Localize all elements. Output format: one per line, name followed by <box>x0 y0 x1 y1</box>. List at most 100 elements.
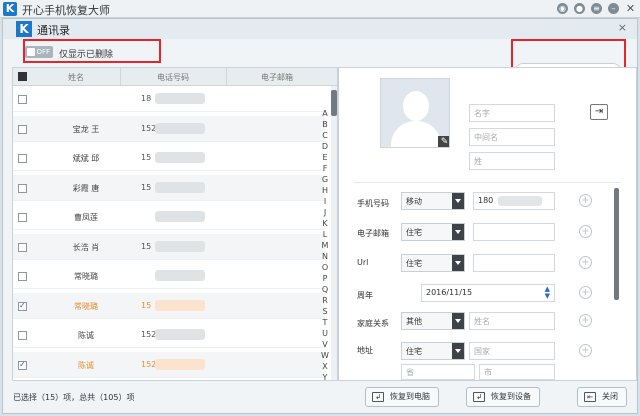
list-scrollbar[interactable] <box>331 86 337 380</box>
row-checkbox[interactable] <box>18 331 27 340</box>
detail-scrollbar-thumb[interactable] <box>614 188 619 300</box>
country-field[interactable]: 国家 <box>469 342 555 360</box>
alphabet-index-letter[interactable]: K <box>319 218 331 229</box>
alphabet-index-letter[interactable]: D <box>319 141 331 152</box>
alphabet-index-letter[interactable]: I <box>319 196 331 207</box>
middle-name-field[interactable]: 中间名 <box>469 128 555 146</box>
alphabet-index-letter[interactable]: S <box>319 306 331 317</box>
province-field[interactable]: 省 <box>401 364 475 380</box>
add-url-icon[interactable]: + <box>579 256 592 269</box>
list-scrollbar-thumb[interactable] <box>331 90 337 116</box>
add-phone-icon[interactable]: + <box>579 194 592 207</box>
email-field[interactable] <box>473 223 555 241</box>
alphabet-index-letter[interactable]: V <box>319 339 331 350</box>
table-row[interactable]: 陈诚 152 <box>13 351 325 378</box>
divider <box>353 182 621 183</box>
alphabet-index-letter[interactable]: M <box>319 240 331 251</box>
city-field[interactable]: 市 <box>479 364 555 380</box>
restore-to-device-button[interactable]: ↲ 恢复到设备 <box>466 387 540 407</box>
dialog-logo: K <box>16 21 32 37</box>
contact-phone: 152 <box>141 123 157 133</box>
alphabet-index-letter[interactable]: Y <box>319 372 331 380</box>
url-type-select[interactable]: 住宅 <box>401 254 465 272</box>
phone-field[interactable]: 180 <box>473 192 555 210</box>
url-field[interactable] <box>473 254 555 272</box>
table-row[interactable]: 常晓璐 <box>13 263 325 289</box>
alphabet-index-letter[interactable]: B <box>319 119 331 130</box>
edit-avatar-icon[interactable]: ✎ <box>438 136 449 147</box>
alphabet-index-letter[interactable]: N <box>319 251 331 262</box>
row-checkbox[interactable] <box>18 95 27 104</box>
column-header-name[interactable]: 姓名 <box>33 72 119 83</box>
alphabet-index-letter[interactable]: R <box>319 295 331 306</box>
alphabet-index-letter[interactable]: P <box>319 273 331 284</box>
alphabet-index-letter[interactable]: L <box>319 229 331 240</box>
select-all-checkbox[interactable] <box>18 72 27 81</box>
table-row[interactable]: 曹凤莲 <box>13 204 325 230</box>
table-row[interactable]: 长浩 肖 15 <box>13 233 325 260</box>
last-name-field[interactable]: 姓 <box>469 152 555 170</box>
chat-icon[interactable]: ● <box>574 3 585 14</box>
app-window-controls: ◉ ● ≡ – ✕ <box>557 3 636 14</box>
alphabet-index-letter[interactable]: F <box>319 163 331 174</box>
table-row[interactable]: 常晓璐 15 <box>13 292 325 319</box>
alphabet-index-letter[interactable]: X <box>319 361 331 372</box>
add-address-icon[interactable]: + <box>579 344 592 357</box>
address-type-select[interactable]: 住宅 <box>401 342 465 360</box>
restore-to-computer-button[interactable]: ↲ 恢复到电脑 <box>365 387 439 407</box>
add-email-icon[interactable]: + <box>579 225 592 238</box>
alphabet-index-letter[interactable]: H <box>319 185 331 196</box>
alphabet-index-letter[interactable]: O <box>319 262 331 273</box>
row-checkbox[interactable] <box>18 242 27 252</box>
redacted-mark <box>155 299 205 311</box>
first-name-field[interactable]: 名字 <box>469 104 555 122</box>
row-checkbox[interactable] <box>18 124 27 134</box>
contact-phone: 18 <box>141 94 152 103</box>
alphabet-index-letter[interactable]: A <box>319 108 331 119</box>
table-row[interactable]: 宝龙 王 152 <box>13 115 325 142</box>
close-icon[interactable]: ✕ <box>625 3 636 14</box>
contact-phone: 152 <box>141 359 157 369</box>
alphabet-index-letter[interactable]: E <box>319 152 331 163</box>
phone-type-select[interactable]: 移动 <box>401 192 465 210</box>
app-logo: K <box>3 2 17 16</box>
dialog-close-icon[interactable]: × <box>618 21 627 34</box>
alphabet-index-letter[interactable]: J <box>319 207 331 218</box>
row-checkbox[interactable] <box>18 301 27 311</box>
minimize-icon[interactable]: – <box>608 3 619 14</box>
family-type-select[interactable]: 其他 <box>401 312 465 330</box>
table-row[interactable]: 斌斌 邱 15 <box>13 145 325 171</box>
dialog-header: K 通讯录 × <box>3 19 637 39</box>
date-spinner-icon[interactable]: ▲ ▼ <box>545 286 550 300</box>
menu-icon[interactable]: ≡ <box>591 3 602 14</box>
table-row[interactable]: 18 <box>13 86 325 112</box>
alphabet-index-letter[interactable]: U <box>319 328 331 339</box>
family-name-field[interactable]: 姓名 <box>469 312 555 330</box>
row-checkbox[interactable] <box>18 272 27 281</box>
chevron-down-icon <box>452 193 464 209</box>
restore-to-device-label: 恢复到设备 <box>491 392 531 401</box>
row-checkbox[interactable] <box>18 183 27 193</box>
chevron-down-icon <box>452 255 464 271</box>
export-contact-icon[interactable]: ⇥ <box>590 104 608 120</box>
alphabet-index-letter[interactable]: G <box>319 174 331 185</box>
row-checkbox[interactable] <box>18 360 27 370</box>
add-anniversary-icon[interactable]: + <box>579 286 592 299</box>
anniversary-date-field[interactable]: 2016/11/15 ▲ ▼ <box>421 284 555 302</box>
row-checkbox[interactable] <box>18 154 27 163</box>
phone-label: 手机号码 <box>357 199 389 208</box>
row-checkbox[interactable] <box>18 213 27 222</box>
table-row[interactable]: 彩霞 唐 15 <box>13 174 325 201</box>
email-type-select[interactable]: 住宅 <box>401 223 465 241</box>
table-row[interactable]: 陈诚 152 <box>13 322 325 348</box>
close-button[interactable]: ⇤ 关闭 <box>577 387 627 407</box>
wechat-icon[interactable]: ◉ <box>557 3 568 14</box>
alphabet-index-letter[interactable]: C <box>319 130 331 141</box>
redacted-mark <box>155 181 205 193</box>
column-header-email[interactable]: 电子邮箱 <box>227 72 327 83</box>
alphabet-index-letter[interactable]: W <box>319 350 331 361</box>
alphabet-index-letter[interactable]: T <box>319 317 331 328</box>
column-header-phone[interactable]: 电话号码 <box>121 72 225 83</box>
add-family-icon[interactable]: + <box>579 314 592 327</box>
alphabet-index-letter[interactable]: Q <box>319 284 331 295</box>
